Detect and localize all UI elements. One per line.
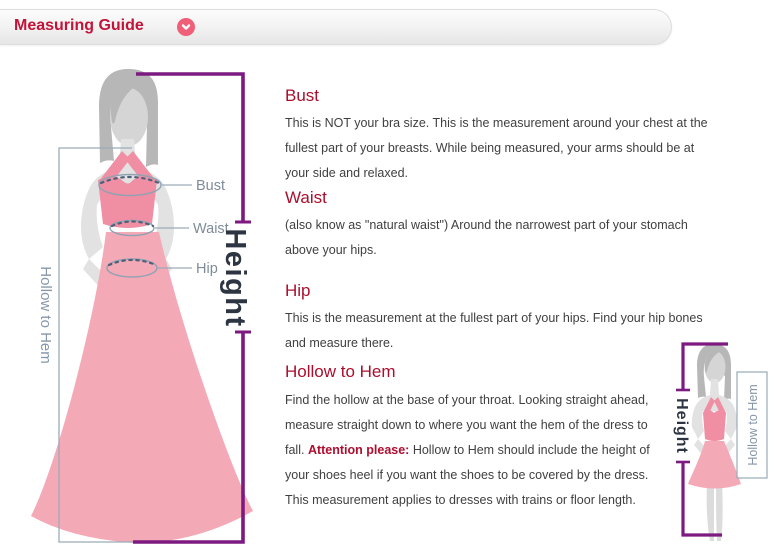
bust-section-body: This is NOT your bra size. This is the m… — [285, 111, 722, 186]
page-title: Measuring Guide — [14, 17, 144, 35]
waist-section-heading: Waist — [285, 188, 327, 208]
height-label: Height — [219, 228, 251, 327]
hollow-to-hem-label: Hollow to Hem — [37, 266, 54, 364]
hip-label: Hip — [196, 261, 218, 277]
measuring-guide-header[interactable]: Measuring Guide — [0, 9, 672, 45]
small-height-diagram: Hollow to Hem Height — [660, 335, 778, 553]
chevron-down-icon[interactable] — [177, 18, 195, 36]
waist-section-body: (also know as "natural waist") Around th… — [285, 213, 722, 263]
small-dress-skirt — [688, 441, 741, 489]
attention-label: Attention please: — [308, 443, 409, 457]
small-figure-leg-right — [716, 483, 723, 541]
small-figure-leg-left — [707, 483, 714, 541]
hollow-to-hem-section-body: Find the hollow at the base of your thro… — [285, 388, 665, 513]
bust-label: Bust — [196, 178, 225, 194]
hollow-to-hem-section-heading: Hollow to Hem — [285, 362, 396, 382]
small-dress-bodice — [703, 411, 726, 442]
bust-section-heading: Bust — [285, 86, 319, 106]
small-hollow-to-hem-label: Hollow to Hem — [746, 384, 760, 465]
measuring-guide-page: Measuring Guide — [0, 0, 778, 553]
hip-section-body: This is the measurement at the fullest p… — [285, 306, 722, 356]
dress-measurement-diagram: Bust Waist Hip Height Hollow to Hem — [0, 55, 280, 553]
small-height-label: Height — [673, 398, 690, 454]
hip-section-heading: Hip — [285, 281, 311, 301]
